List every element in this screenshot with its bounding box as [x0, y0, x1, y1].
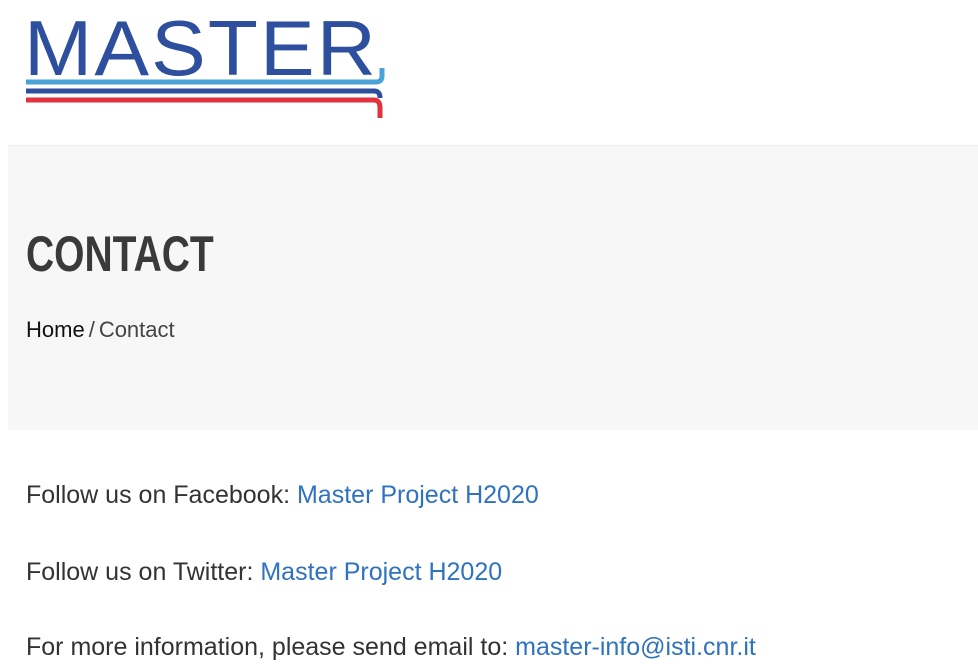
master-logo-graphic: MASTER [24, 8, 385, 118]
logo-stripe-dark-blue [26, 88, 383, 99]
facebook-link[interactable]: Master Project H2020 [297, 481, 539, 509]
facebook-line: Follow us on Facebook: Master Project H2… [26, 478, 539, 512]
breadcrumb-home-link[interactable]: Home [26, 317, 85, 342]
email-label: For more information, please send email … [26, 633, 509, 661]
page-title: CONTACT [26, 226, 214, 282]
breadcrumb-separator: / [88, 317, 95, 342]
email-link[interactable]: master-info@isti.cnr.it [515, 633, 756, 661]
master-logo[interactable]: MASTER [24, 8, 386, 122]
breadcrumb: Home / Contact [26, 316, 175, 344]
breadcrumb-current: Contact [98, 317, 175, 342]
logo-stripe-red [26, 97, 383, 118]
facebook-label: Follow us on Facebook: [26, 481, 291, 509]
page-title-band: CONTACT Home / Contact [8, 145, 978, 430]
email-line: For more information, please send email … [26, 630, 756, 664]
twitter-link[interactable]: Master Project H2020 [260, 558, 502, 586]
twitter-label: Follow us on Twitter: [26, 558, 254, 586]
twitter-line: Follow us on Twitter: Master Project H20… [26, 555, 502, 589]
logo-wordmark: MASTER [24, 8, 378, 92]
site-header: MASTER [0, 0, 978, 145]
